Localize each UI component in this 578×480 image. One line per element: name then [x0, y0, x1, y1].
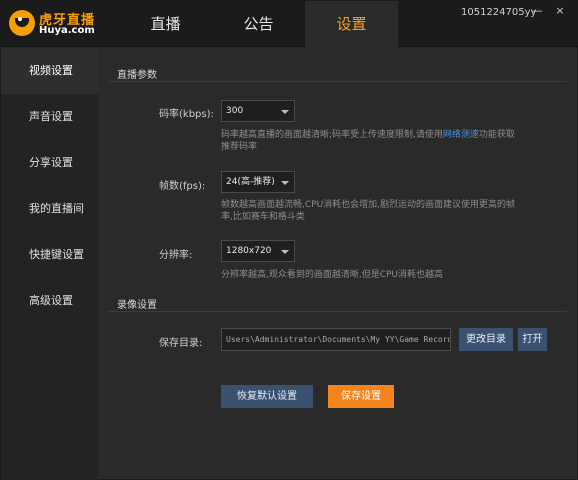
open-dir-button[interactable]: 打开	[518, 328, 547, 351]
chevron-down-icon	[281, 250, 289, 254]
sidebar-item-audio[interactable]: 声音设置	[1, 94, 98, 140]
bitrate-hint-text: 码率越高直播的画面越清晰;码率受上传速度限制,请使用	[221, 130, 443, 140]
close-button[interactable]: ×	[553, 4, 567, 18]
live-params-divider	[109, 81, 567, 82]
resolution-hint: 分辨率越高,观众看到的画面越清晰,但是CPU消耗也越高	[221, 270, 444, 280]
sidebar-item-advanced[interactable]: 高级设置	[1, 278, 98, 324]
huya-logo: 虎牙直播 Huya.com	[9, 8, 101, 38]
chevron-down-icon	[281, 181, 289, 185]
sidebar-item-share[interactable]: 分享设置	[1, 140, 98, 186]
recording-title: 录像设置	[117, 300, 157, 311]
tab-live[interactable]: 直播	[119, 1, 212, 47]
save-dir-field[interactable]: Users\Administrator\Documents\My YY\Game…	[221, 328, 451, 351]
framerate-hint: 帧数越高画面越流畅,CPU消耗也会增加,剧烈运动的画面建议使用更高的帧率,比如赛…	[221, 200, 516, 222]
resolution-value: 1280x720	[226, 246, 272, 256]
settings-window: 虎牙直播 Huya.com 直播 公告 设置 1051224705yy — × …	[0, 0, 578, 480]
bitrate-value: 300	[226, 106, 244, 116]
logo-subtitle: Huya.com	[39, 25, 95, 36]
resolution-select[interactable]: 1280x720	[221, 240, 295, 262]
settings-sidebar: 视频设置 声音设置 分享设置 我的直播间 快捷键设置 高级设置	[1, 48, 98, 480]
framerate-select[interactable]: 24(高-推荐)	[221, 171, 295, 193]
sidebar-item-hotkeys[interactable]: 快捷键设置	[1, 232, 98, 278]
change-dir-button[interactable]: 更改目录	[459, 328, 513, 351]
bitrate-select[interactable]: 300	[221, 100, 295, 122]
user-id: 1051224705yy	[461, 7, 537, 18]
save-settings-button[interactable]: 保存设置	[328, 385, 394, 408]
framerate-label: 帧数(fps):	[159, 181, 206, 192]
logo-eye-icon	[18, 17, 22, 21]
restore-defaults-button[interactable]: 恢复默认设置	[221, 385, 313, 408]
recording-divider	[109, 311, 567, 312]
tab-notice[interactable]: 公告	[212, 1, 305, 47]
minimize-button[interactable]: —	[530, 4, 544, 18]
framerate-value: 24(高-推荐)	[226, 177, 275, 187]
logo-icon	[9, 10, 35, 36]
resolution-label: 分辨率:	[159, 250, 193, 261]
header-bar: 虎牙直播 Huya.com 直播 公告 设置 1051224705yy — ×	[1, 1, 578, 48]
sidebar-item-my-room[interactable]: 我的直播间	[1, 186, 98, 232]
bitrate-label: 码率(kbps):	[159, 109, 214, 120]
sidebar-item-video[interactable]: 视频设置	[1, 48, 98, 94]
tab-settings[interactable]: 设置	[305, 1, 398, 48]
save-dir-label: 保存目录:	[159, 338, 203, 349]
chevron-down-icon	[281, 110, 289, 114]
network-speed-test-link[interactable]: 网络测速	[443, 130, 479, 140]
bitrate-hint: 码率越高直播的画面越清晰;码率受上传速度限制,请使用网络测速功能获取推荐码率	[221, 129, 521, 153]
live-params-title: 直播参数	[117, 70, 157, 81]
